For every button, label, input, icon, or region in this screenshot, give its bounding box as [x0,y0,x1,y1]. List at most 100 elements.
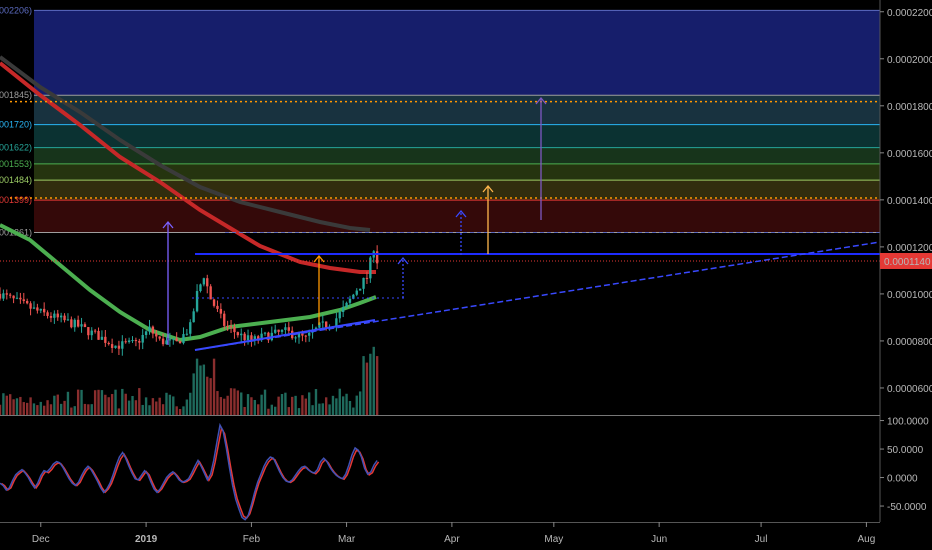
price-tick-label-4: 0.0001400 [887,196,932,207]
volume-bar-22 [73,406,76,415]
volume-bar-78 [263,389,267,415]
candle-body-3 [9,294,12,296]
candle-body-85 [287,327,290,331]
volume-bar-91 [308,392,311,415]
volume-bar-38 [127,400,131,415]
volume-bar-98 [331,395,335,415]
volume-bar-58 [195,358,199,415]
volume-bar-36 [121,388,124,415]
volume-bar-31 [104,394,107,415]
candle-body-6 [19,297,22,300]
price-tick-label-3: 0.0001600 [887,149,932,160]
candle-body-36 [121,341,124,349]
price-tick-label-5: 0.0001200 [887,243,932,254]
candle-body-21 [70,319,73,328]
volume-bar-111 [375,356,379,415]
candle-body-54 [182,334,185,344]
price-tick-label-1: 0.0002000 [887,55,932,66]
volume-bar-11 [36,405,39,415]
candle-body-26 [87,327,90,336]
volume-bar-10 [32,403,36,415]
volume-bar-83 [280,394,284,415]
volume-bar-28 [93,390,97,415]
volume-bar-49 [165,392,168,415]
volume-bar-59 [199,365,202,415]
candle-body-47 [158,336,161,339]
volume-bar-60 [202,364,206,415]
candle-body-100 [338,312,341,319]
volume-bar-84 [284,392,287,415]
candle-body-14 [46,312,49,316]
candle-body-16 [53,313,56,318]
candle-body-62 [209,286,212,300]
candle-body-103 [348,298,352,303]
volume-bar-26 [87,404,90,415]
candle-body-28 [93,330,97,332]
fib-zone-0 [33,10,881,96]
candle-body-71 [240,333,243,336]
fib-level-label-2: 0.786(0.0001720) [0,120,32,130]
candle-body-69 [233,327,236,333]
volume-bar-66 [223,398,226,415]
volume-bar-100 [338,388,341,415]
candle-body-0 [0,293,2,299]
candle-body-9 [29,303,32,309]
volume-bar-109 [369,353,372,415]
time-tick-label-3: Mar [338,534,356,545]
candle-body-53 [178,341,182,344]
volume-bar-24 [80,389,83,415]
volume-bar-8 [25,402,29,415]
volume-bar-33 [110,394,114,415]
volume-bar-12 [39,401,42,415]
candle-body-87 [294,337,297,339]
candle-body-95 [321,321,324,323]
volume-bar-57 [192,373,195,415]
candle-body-106 [358,288,362,291]
volume-bar-73 [246,394,250,415]
candle-body-73 [246,335,250,341]
current-price-label: 0.0001140 [884,257,931,268]
candle-body-33 [110,344,114,348]
volume-bar-61 [206,376,209,415]
volume-bar-75 [253,399,257,415]
candle-body-4 [12,295,15,299]
volume-bar-7 [22,402,25,415]
price-tick-label-6: 0.0001000 [887,290,932,301]
volume-bar-68 [229,388,233,415]
candle-body-60 [202,278,206,285]
volume-bar-19 [63,400,66,415]
candle-body-90 [304,335,307,337]
volume-bar-93 [314,389,318,415]
candle-body-52 [175,338,178,342]
volume-bar-23 [76,389,80,415]
candle-body-25 [83,324,87,328]
candle-body-107 [362,277,365,289]
volume-bar-4 [12,399,15,415]
time-tick-label-8: Aug [858,534,876,545]
volume-bar-16 [53,395,56,415]
candle-body-1 [2,293,5,299]
candle-body-59 [199,284,202,292]
volume-bar-14 [46,400,49,415]
time-tick-label-4: Apr [444,534,460,545]
candle-body-99 [335,318,338,327]
volume-bar-35 [117,408,121,415]
volume-bar-20 [66,391,70,415]
price-tick-label-7: 0.0000800 [887,337,932,348]
candle-body-41 [138,341,141,343]
candle-body-39 [131,340,134,342]
volume-bar-77 [260,394,263,415]
candle-body-43 [144,331,148,335]
candle-body-64 [216,305,219,309]
volume-bar-62 [209,378,212,415]
candle-body-17 [56,313,59,318]
volume-bar-0 [0,404,2,415]
volume-bar-15 [49,404,53,415]
time-tick-label-1: 2019 [135,534,158,545]
price-tick-label-0: 0.0002200 [887,8,932,19]
volume-bar-43 [144,397,148,415]
volume-bar-97 [328,404,331,415]
candle-body-37 [124,341,127,343]
candle-body-18 [59,315,63,318]
candle-body-40 [134,340,138,342]
